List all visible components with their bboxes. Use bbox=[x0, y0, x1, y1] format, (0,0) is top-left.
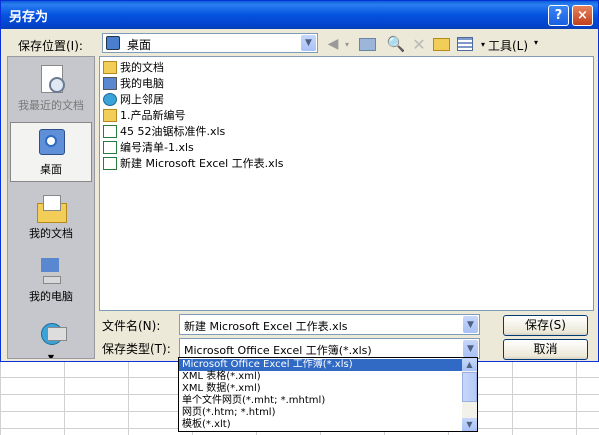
file-name: 新建 Microsoft Excel 工作表.xls bbox=[120, 157, 284, 170]
search-web-icon[interactable]: 🔍 bbox=[386, 34, 406, 54]
file-name: 编号清单-1.xls bbox=[120, 141, 194, 154]
filetype-select[interactable]: Microsoft Office Excel 工作簿(*.xls) ▼ bbox=[179, 338, 480, 359]
help-button[interactable]: ? bbox=[548, 5, 569, 26]
file-name: 我的文档 bbox=[120, 61, 164, 74]
save-button[interactable]: 保存(S) bbox=[503, 315, 588, 336]
list-item[interactable]: 网上邻居 bbox=[103, 91, 164, 107]
tools-chevron-icon[interactable]: ▾ bbox=[534, 38, 538, 47]
list-item[interactable]: 45 52油锯标准件.xls bbox=[103, 123, 225, 139]
filetype-option[interactable]: XML 数据(*.xml) bbox=[182, 383, 261, 395]
list-item[interactable]: 新建 Microsoft Excel 工作表.xls bbox=[103, 155, 283, 171]
file-name: 1.产品新编号 bbox=[120, 109, 186, 122]
file-name: 45 52油锯标准件.xls bbox=[120, 125, 226, 138]
place-network[interactable]: ▼ bbox=[10, 313, 92, 358]
filetype-value: Microsoft Office Excel 工作簿(*.xls) bbox=[184, 344, 372, 357]
new-folder-icon[interactable] bbox=[431, 34, 451, 54]
list-item[interactable]: 我的电脑 bbox=[103, 75, 164, 91]
scroll-down-icon[interactable]: ▼ bbox=[10, 353, 92, 358]
filetype-option[interactable]: 网页(*.htm; *.html) bbox=[182, 407, 276, 419]
place-my-documents[interactable]: 我的文档 bbox=[10, 187, 92, 247]
save-as-dialog: 另存为 ? × 保存位置(I): 桌面 ▼ ◀ ▾ 🔍 ✕ ▾ 工具(L) ▾ … bbox=[0, 0, 599, 362]
place-label: 我最近的文档 bbox=[18, 99, 84, 112]
folder-doc-icon bbox=[103, 60, 117, 74]
network-icon bbox=[103, 92, 117, 106]
filetype-option[interactable]: Microsoft Office Excel 工作簿(*.xls) bbox=[179, 359, 464, 371]
filetype-option[interactable]: XML 表格(*.xml) bbox=[182, 371, 261, 383]
chevron-down-icon[interactable]: ▼ bbox=[463, 340, 478, 357]
file-name: 网上邻居 bbox=[120, 93, 164, 106]
scroll-thumb[interactable] bbox=[462, 372, 477, 402]
filename-value: 新建 Microsoft Excel 工作表.xls bbox=[184, 320, 348, 333]
places-bar: 我最近的文档 桌面 我的文档 我的电脑 ▼ bbox=[7, 56, 95, 359]
folder-icon bbox=[103, 108, 117, 122]
recent-docs-icon bbox=[35, 65, 67, 95]
my-computer-icon bbox=[35, 256, 67, 286]
title-bar: 另存为 ? × bbox=[1, 1, 598, 29]
place-recent-documents[interactable]: 我最近的文档 bbox=[10, 59, 92, 119]
network-places-icon bbox=[35, 319, 67, 349]
filetype-label: 保存类型(T): bbox=[102, 342, 171, 356]
back-dropdown-icon[interactable]: ▾ bbox=[337, 34, 357, 54]
desktop-icon bbox=[35, 129, 67, 159]
list-item[interactable]: 1.产品新编号 bbox=[103, 107, 186, 123]
save-in-combo[interactable]: 桌面 ▼ bbox=[102, 33, 318, 53]
place-label: 我的文档 bbox=[29, 227, 73, 240]
window-title: 另存为 bbox=[9, 10, 49, 25]
scroll-down-icon[interactable]: ▼ bbox=[462, 418, 477, 431]
filename-label: 文件名(N): bbox=[102, 319, 161, 333]
place-label: 桌面 bbox=[40, 163, 62, 176]
scroll-up-icon[interactable]: ▲ bbox=[462, 358, 477, 371]
file-name: 我的电脑 bbox=[120, 77, 164, 90]
desktop-icon bbox=[106, 36, 120, 50]
place-desktop[interactable]: 桌面 bbox=[10, 122, 92, 182]
excel-file-icon bbox=[103, 140, 117, 154]
filetype-option[interactable]: 单个文件网页(*.mht; *.mhtml) bbox=[182, 395, 325, 407]
computer-icon bbox=[103, 76, 117, 90]
excel-file-icon bbox=[103, 156, 117, 170]
dropdown-scrollbar[interactable]: ▲ ▼ bbox=[462, 358, 477, 431]
chevron-down-icon[interactable]: ▼ bbox=[463, 316, 478, 333]
my-documents-icon bbox=[35, 193, 67, 223]
place-my-computer[interactable]: 我的电脑 bbox=[10, 250, 92, 310]
delete-icon[interactable]: ✕ bbox=[409, 34, 429, 54]
cancel-button[interactable]: 取消 bbox=[503, 339, 588, 360]
tools-menu[interactable]: 工具(L) bbox=[488, 37, 528, 54]
save-in-label: 保存位置(I): bbox=[18, 39, 83, 53]
filetype-option[interactable]: 模板(*.xlt) bbox=[182, 419, 231, 431]
filetype-dropdown-list[interactable]: Microsoft Office Excel 工作簿(*.xls) XML 表格… bbox=[178, 357, 478, 432]
views-icon[interactable] bbox=[455, 34, 475, 54]
list-item[interactable]: 编号清单-1.xls bbox=[103, 139, 194, 155]
filename-field[interactable]: 新建 Microsoft Excel 工作表.xls ▼ bbox=[179, 314, 480, 335]
chevron-down-icon[interactable]: ▼ bbox=[301, 35, 316, 51]
save-in-value: 桌面 bbox=[127, 38, 152, 52]
excel-file-icon bbox=[103, 124, 117, 138]
place-label: 我的电脑 bbox=[29, 290, 73, 303]
file-list[interactable]: 我的文档 我的电脑 网上邻居 1.产品新编号 45 52油锯标准件.xls 编号… bbox=[99, 56, 594, 311]
up-folder-icon[interactable] bbox=[357, 34, 377, 54]
list-item[interactable]: 我的文档 bbox=[103, 59, 164, 75]
close-button[interactable]: × bbox=[572, 5, 593, 26]
